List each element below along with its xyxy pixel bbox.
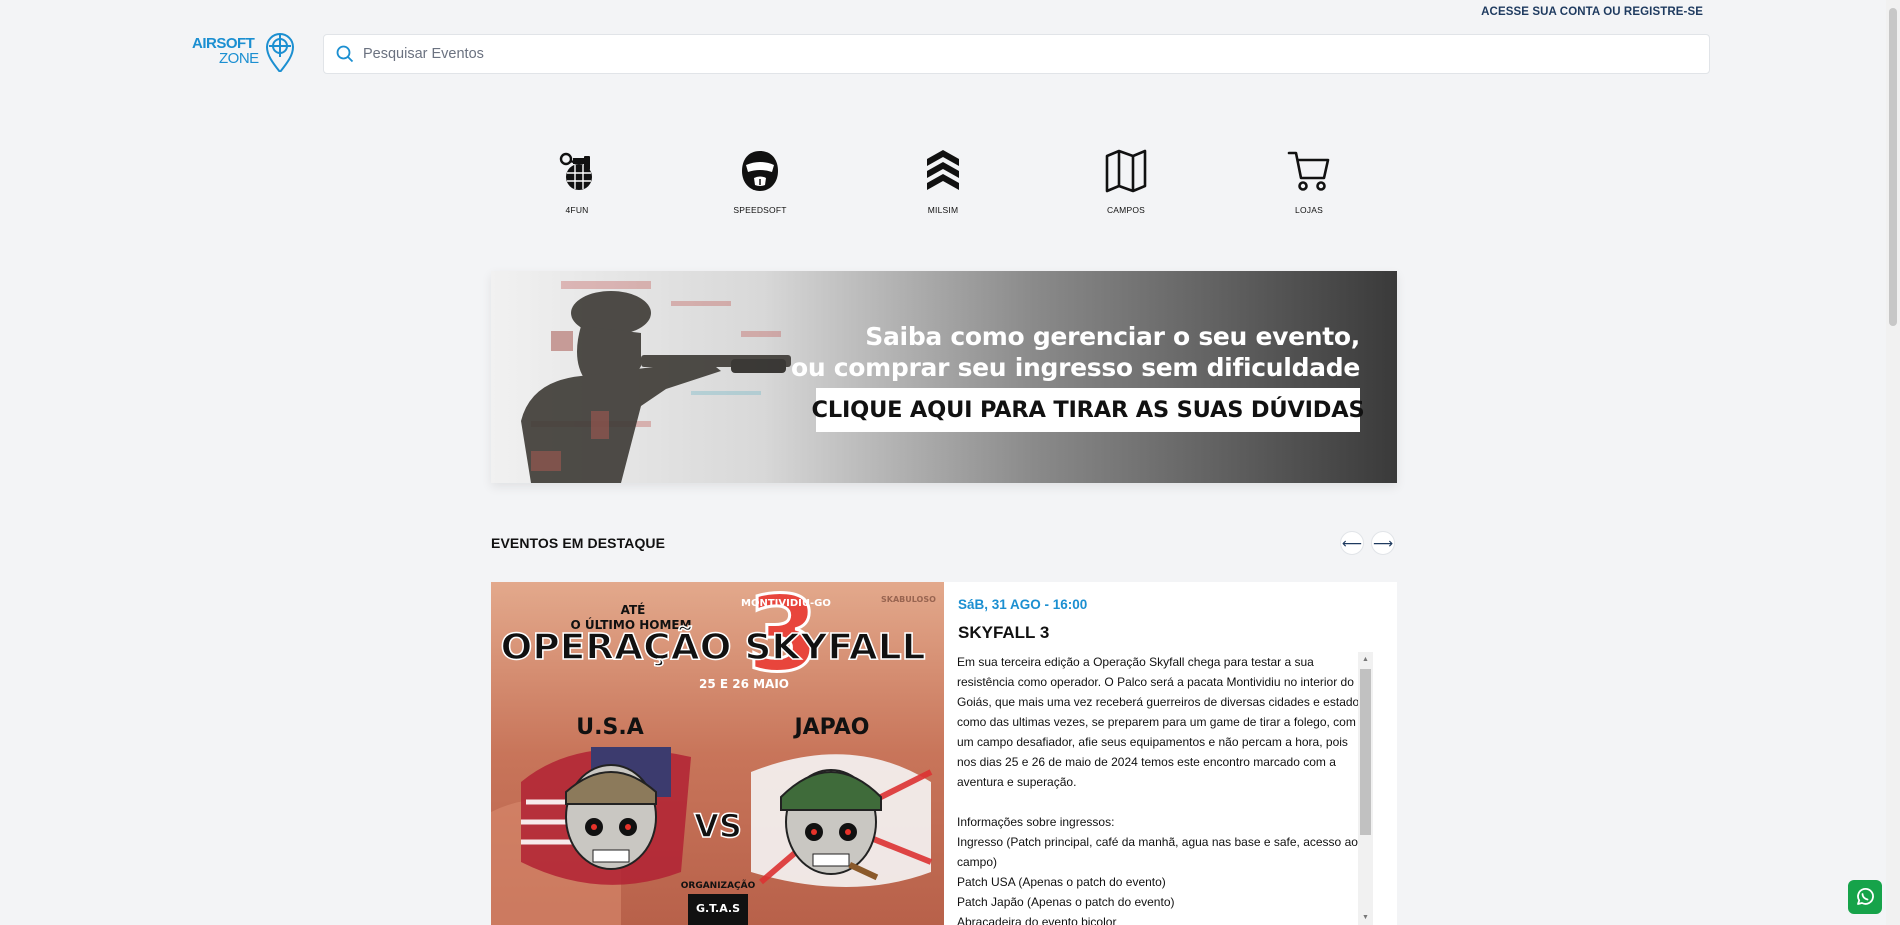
featured-section-title: EVENTOS EM DESTAQUE — [491, 535, 666, 551]
poster-location: MONTIVIDIU-GO — [741, 598, 831, 609]
page-scrollbar-thumb[interactable] — [1889, 8, 1897, 326]
chevrons-icon — [927, 150, 959, 190]
page-scrollbar[interactable] — [1886, 0, 1900, 925]
category-speedsoft[interactable]: SPEEDSOFT — [700, 148, 820, 215]
japan-skull-emblem — [751, 754, 933, 887]
map-icon — [1105, 149, 1147, 193]
event-title[interactable]: SKYFALL 3 — [958, 623, 1049, 643]
description-scrollbar[interactable]: ▲ ▼ — [1358, 652, 1373, 925]
search-icon — [336, 45, 354, 63]
category-campos[interactable]: CAMPOS — [1066, 148, 1186, 215]
carousel-next-button[interactable]: ⟶ — [1371, 531, 1395, 555]
search-input[interactable] — [363, 46, 1663, 62]
poster-team-left: U.S.A — [576, 715, 643, 740]
logo-pin-icon — [265, 33, 295, 72]
banner-headline-line2: ou comprar seu ingresso sem dificuldade — [791, 353, 1360, 382]
help-banner[interactable]: Saiba como gerenciar o seu evento, ou co… — [491, 271, 1397, 483]
event-description-box[interactable]: Em sua terceira edição a Operação Skyfal… — [957, 652, 1375, 925]
description-line: Abracadeira do evento bicolor — [957, 915, 1117, 925]
poster-team-right: JAPAO — [792, 715, 869, 740]
cart-icon — [1287, 151, 1330, 191]
poster-watermark: SKABULOSO — [881, 595, 936, 604]
poster-dates: 25 E 26 MAIO — [699, 677, 789, 691]
category-nav: 4FUN SPEEDSOFT MILSIM CAMPOS LOJAS — [486, 148, 1400, 223]
arrow-right-icon: ⟶ — [1372, 534, 1394, 551]
featured-event-card: 3 ATÉ O ÚLTIMO HOMEM MONTIVIDIU-GO SKABU… — [491, 582, 1397, 925]
category-label: 4FUN — [565, 205, 589, 215]
scrollbar-thumb[interactable] — [1360, 669, 1371, 835]
poster-org-name: G.T.A.S — [696, 902, 740, 915]
description-blank — [957, 792, 1362, 812]
scroll-down-arrow-icon[interactable]: ▼ — [1358, 910, 1373, 925]
description-line: Informações sobre ingressos: — [957, 815, 1115, 829]
category-label: SPEEDSOFT — [733, 205, 787, 215]
description-line: Ingresso (Patch principal, café da manhã… — [957, 835, 1358, 869]
search-bar[interactable] — [323, 34, 1710, 74]
description-line: Patch Japão (Apenas o patch do evento) — [957, 895, 1175, 909]
airsoft-zone-logo[interactable]: AIRSOFT ZONE — [192, 30, 298, 72]
description-line: Patch USA (Apenas o patch do evento) — [957, 875, 1166, 889]
banner-cta-button[interactable]: CLIQUE AQUI PARA TIRAR AS SUAS DÚVIDAS — [812, 388, 1365, 432]
account-login-link[interactable]: ACESSE SUA CONTA OU REGISTRE-SE — [1481, 6, 1703, 18]
category-4fun[interactable]: 4FUN — [517, 148, 637, 215]
whatsapp-button[interactable] — [1848, 880, 1882, 914]
logo-text-zone: ZONE — [219, 50, 259, 67]
poster-org-label: ORGANIZAÇÃO — [681, 880, 756, 891]
grenade-icon — [559, 152, 592, 190]
banner-headline-line1: Saiba como gerenciar o seu evento, — [865, 322, 1360, 351]
event-description: Em sua terceira edição a Operação Skyfal… — [957, 652, 1362, 925]
category-milsim[interactable]: MILSIM — [883, 148, 1003, 215]
category-label: LOJAS — [1295, 205, 1323, 215]
scroll-up-arrow-icon[interactable]: ▲ — [1358, 652, 1373, 667]
mask-icon — [742, 151, 778, 191]
poster-versus: VS — [694, 807, 742, 845]
poster-title: OPERAÇÃO SKYFALL — [501, 626, 926, 668]
category-label: MILSIM — [927, 205, 959, 215]
arrow-left-icon: ⟵ — [1341, 534, 1363, 551]
whatsapp-icon — [1857, 887, 1874, 905]
event-poster[interactable]: 3 ATÉ O ÚLTIMO HOMEM MONTIVIDIU-GO SKABU… — [491, 582, 944, 925]
carousel-prev-button[interactable]: ⟵ — [1340, 531, 1364, 555]
poster-top-small: ATÉ — [621, 602, 646, 617]
usa-skull-emblem — [521, 747, 691, 885]
category-lojas[interactable]: LOJAS — [1249, 148, 1369, 215]
category-label: CAMPOS — [1106, 205, 1146, 215]
description-paragraph: Em sua terceira edição a Operação Skyfal… — [957, 655, 1360, 789]
event-date: SáB, 31 AGO - 16:00 — [958, 597, 1088, 612]
